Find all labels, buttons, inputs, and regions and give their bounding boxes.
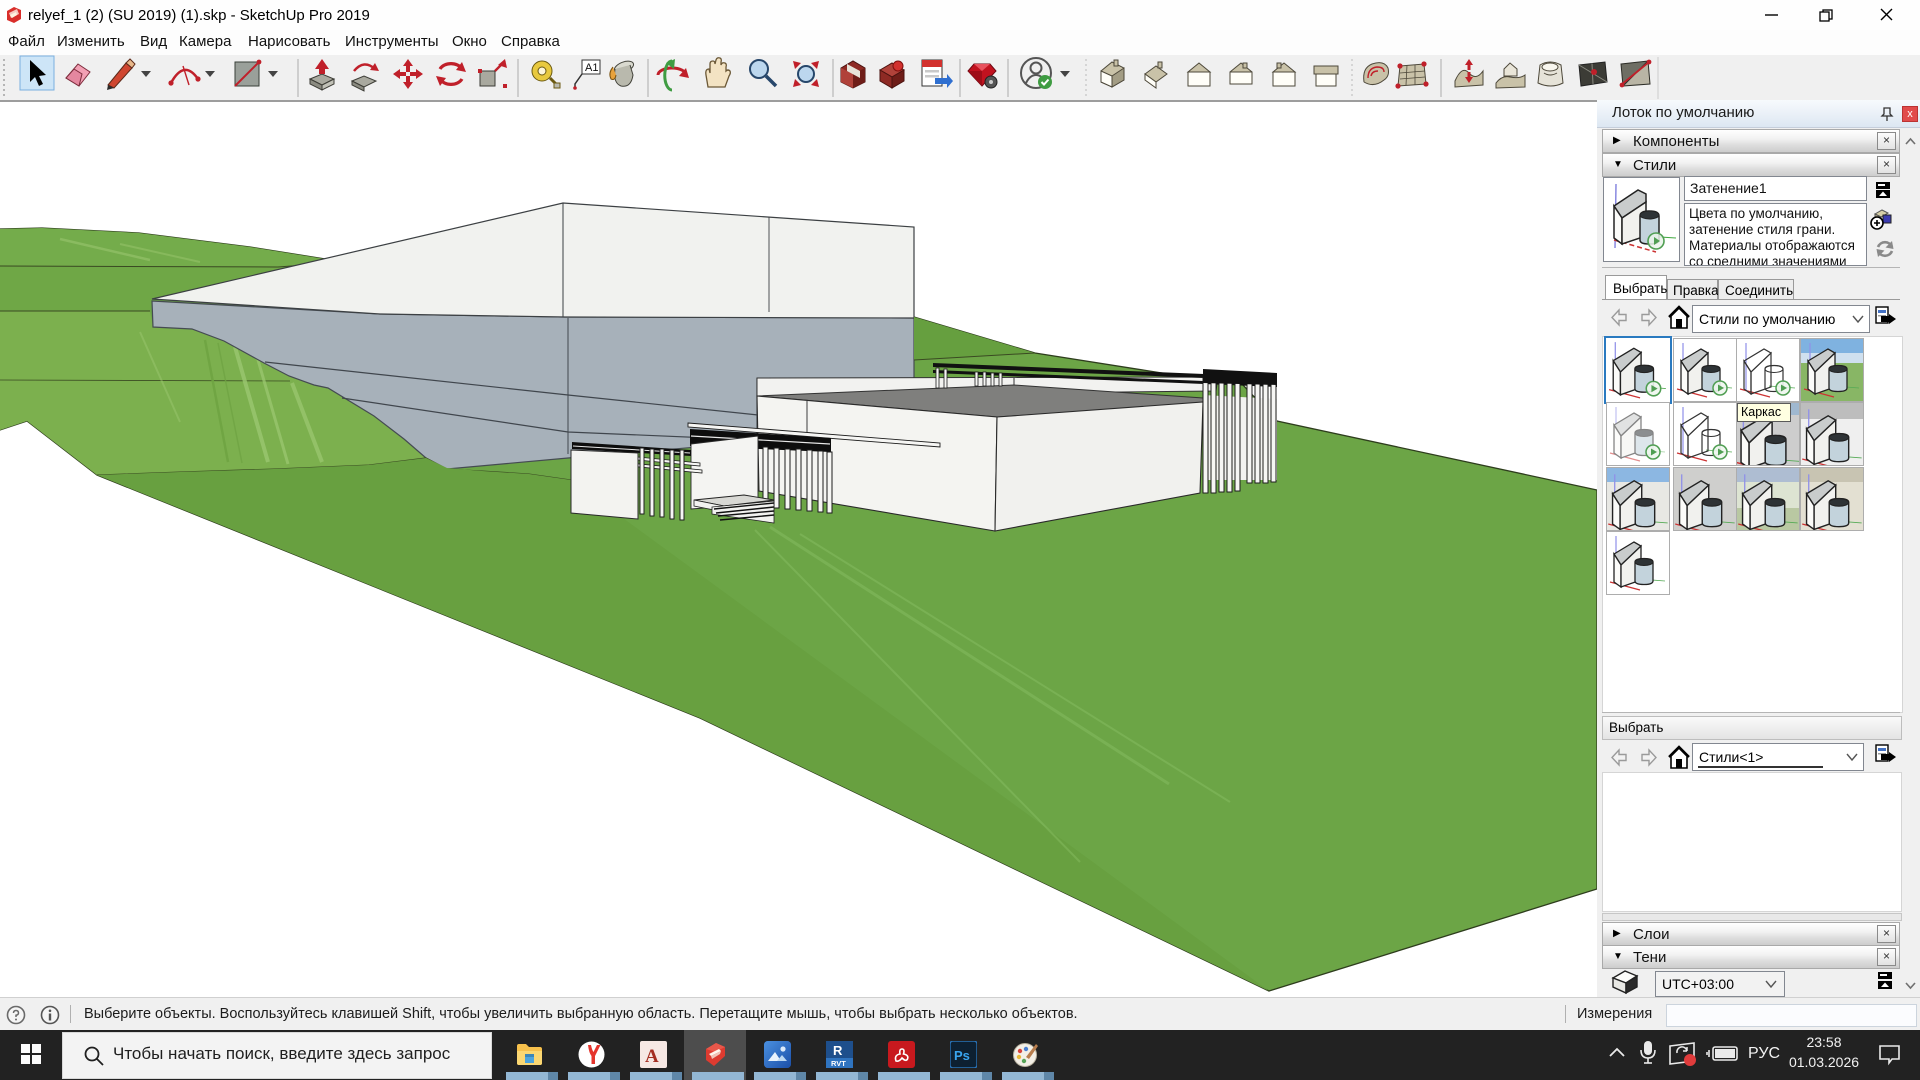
svg-text:R: R	[833, 1043, 843, 1058]
svg-text:RVT: RVT	[831, 1059, 846, 1068]
svg-text:A: A	[645, 1046, 659, 1067]
svg-text:A1: A1	[585, 62, 598, 74]
svg-text:Ps: Ps	[954, 1048, 970, 1063]
